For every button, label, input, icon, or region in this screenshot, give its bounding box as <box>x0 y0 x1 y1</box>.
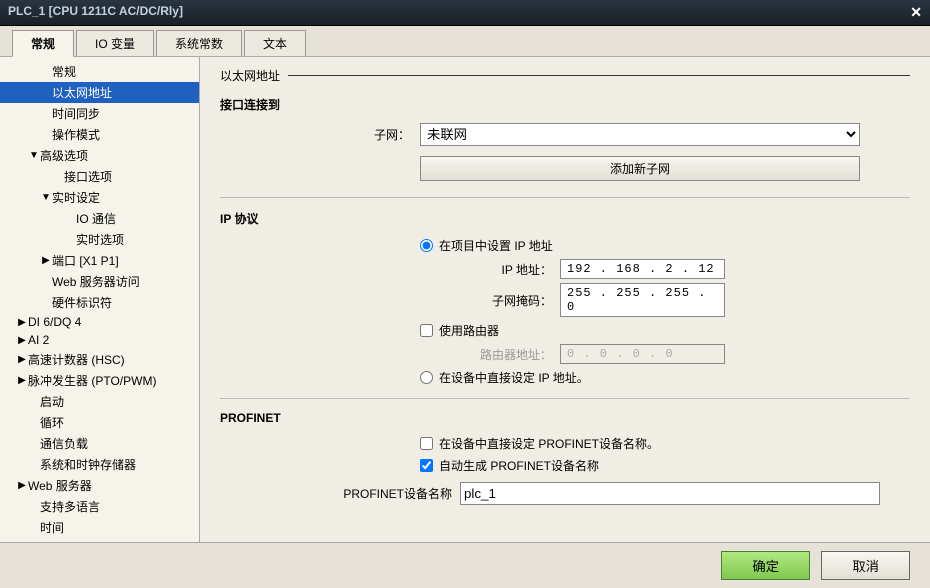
tree-item-label: 高级选项 <box>40 147 88 164</box>
tree-item[interactable]: 启动 <box>0 391 199 412</box>
tree-item[interactable]: 实时选项 <box>0 229 199 250</box>
tree-item-label: 通信负载 <box>40 435 88 452</box>
tree-item[interactable]: ▶脉冲发生器 (PTO/PWM) <box>0 370 199 391</box>
tree-item[interactable]: 操作模式 <box>0 124 199 145</box>
auto-name-checkbox[interactable] <box>420 459 433 472</box>
tab-3[interactable]: 文本 <box>244 30 306 56</box>
close-icon[interactable]: ✕ <box>910 4 922 21</box>
tree-item-label: Web 服务器 <box>28 477 92 494</box>
tree-item-label: 脉冲发生器 (PTO/PWM) <box>28 372 156 389</box>
ip-section-title: IP 协议 <box>220 210 910 227</box>
caret-icon[interactable]: ▶ <box>16 375 28 386</box>
caret-icon[interactable]: ▶ <box>16 480 28 491</box>
tree-item[interactable]: 通信负载 <box>0 433 199 454</box>
tree-item-label: 循环 <box>40 414 64 431</box>
tree-item-label: 以太网地址 <box>52 84 112 101</box>
auto-name-label: 自动生成 PROFINET设备名称 <box>439 457 599 474</box>
set-ip-in-device-label: 在设备中直接设定 IP 地址。 <box>439 369 589 386</box>
tree-item[interactable]: 循环 <box>0 412 199 433</box>
tree-item[interactable]: IO 通信 <box>0 208 199 229</box>
caret-icon[interactable]: ▼ <box>28 150 40 161</box>
tree-item[interactable]: ▼实时设定 <box>0 187 199 208</box>
tree-item[interactable]: 硬件标识符 <box>0 292 199 313</box>
tree-item-label: AI 2 <box>28 333 49 347</box>
tree-item[interactable]: 支持多语言 <box>0 496 199 517</box>
device-name-checkbox[interactable] <box>420 437 433 450</box>
tree-item[interactable]: 时间同步 <box>0 103 199 124</box>
interface-section-title: 接口连接到 <box>220 96 910 113</box>
tree-item[interactable]: 接口选项 <box>0 166 199 187</box>
tree-item-label: 接口选项 <box>64 168 112 185</box>
tab-1[interactable]: IO 变量 <box>76 30 154 56</box>
caret-icon[interactable]: ▶ <box>16 317 28 328</box>
tab-2[interactable]: 系统常数 <box>156 30 242 56</box>
subnet-mask-input[interactable]: 255 . 255 . 255 . 0 <box>560 283 725 317</box>
ip-address-label: IP 地址： <box>470 261 560 278</box>
tree-item-label: 端口 [X1 P1] <box>52 252 119 269</box>
router-address-label: 路由器地址： <box>470 346 560 363</box>
tree-item[interactable]: 常规 <box>0 61 199 82</box>
tree-item[interactable]: ▶Web 服务器 <box>0 475 199 496</box>
use-router-label: 使用路由器 <box>439 322 499 339</box>
tree-item[interactable]: 时间 <box>0 517 199 538</box>
use-router-checkbox[interactable] <box>420 324 433 337</box>
tree-item-label: 系统和时钟存储器 <box>40 456 136 473</box>
tree-item-label: 时间 <box>40 519 64 536</box>
tree-item-label: 硬件标识符 <box>52 294 112 311</box>
profinet-section-title: PROFINET <box>220 411 910 425</box>
set-ip-in-project-label: 在项目中设置 IP 地址 <box>439 237 553 254</box>
tab-0[interactable]: 常规 <box>12 30 74 57</box>
set-ip-in-project-radio[interactable] <box>420 239 433 252</box>
tree-item[interactable]: ▶高速计数器 (HSC) <box>0 349 199 370</box>
ip-address-input[interactable]: 192 . 168 . 2 . 12 <box>560 259 725 279</box>
subnet-mask-label: 子网掩码： <box>470 292 560 309</box>
caret-icon[interactable]: ▼ <box>40 192 52 203</box>
tree-item[interactable]: ▼高级选项 <box>0 145 199 166</box>
add-subnet-button[interactable]: 添加新子网 <box>420 156 860 181</box>
tree-item-label: Web 服务器访问 <box>52 273 140 290</box>
tree-item[interactable]: Web 服务器访问 <box>0 271 199 292</box>
tree-item-label: 高速计数器 (HSC) <box>28 351 125 368</box>
window-title: PLC_1 [CPU 1211C AC/DC/Rly] <box>8 4 183 21</box>
tree-item-label: IO 通信 <box>76 210 116 227</box>
tree-item[interactable]: ▶AI 2 <box>0 331 199 349</box>
tree-item-label: DI 6/DQ 4 <box>28 315 81 329</box>
tree-item[interactable]: 系统和时钟存储器 <box>0 454 199 475</box>
caret-icon[interactable]: ▶ <box>40 255 52 266</box>
caret-icon[interactable]: ▶ <box>16 354 28 365</box>
ok-button[interactable]: 确定 <box>721 551 810 580</box>
tree-item[interactable]: ▶DI 6/DQ 4 <box>0 313 199 331</box>
tree-item-label: 启动 <box>40 393 64 410</box>
page-header: 以太网地址 <box>220 67 280 84</box>
device-name-label: 在设备中直接设定 PROFINET设备名称。 <box>439 435 659 452</box>
subnet-select[interactable]: 未联网 <box>420 123 860 146</box>
tree-item-label: 时间同步 <box>52 105 100 122</box>
profinet-name-label: PROFINET设备名称 <box>310 485 460 502</box>
tree-item-label: 实时设定 <box>52 189 100 206</box>
tree-item[interactable]: 以太网地址 <box>0 82 199 103</box>
tab-bar: 常规IO 变量系统常数文本 <box>0 26 930 57</box>
tree-item-label: 常规 <box>52 63 76 80</box>
set-ip-in-device-radio[interactable] <box>420 371 433 384</box>
profinet-name-input[interactable] <box>460 482 880 505</box>
tree-item-label: 实时选项 <box>76 231 124 248</box>
tree-item-label: 支持多语言 <box>40 498 100 515</box>
cancel-button[interactable]: 取消 <box>821 551 910 580</box>
nav-tree[interactable]: 常规以太网地址时间同步操作模式▼高级选项接口选项▼实时设定IO 通信实时选项▶端… <box>0 57 200 542</box>
tree-item[interactable]: ▶端口 [X1 P1] <box>0 250 199 271</box>
properties-panel: 以太网地址 接口连接到 子网： 未联网 添加新子网 IP 协议 <box>200 57 930 542</box>
tree-item-label: 操作模式 <box>52 126 100 143</box>
subnet-label: 子网： <box>220 126 420 143</box>
caret-icon[interactable]: ▶ <box>16 335 28 346</box>
router-address-input: 0 . 0 . 0 . 0 <box>560 344 725 364</box>
